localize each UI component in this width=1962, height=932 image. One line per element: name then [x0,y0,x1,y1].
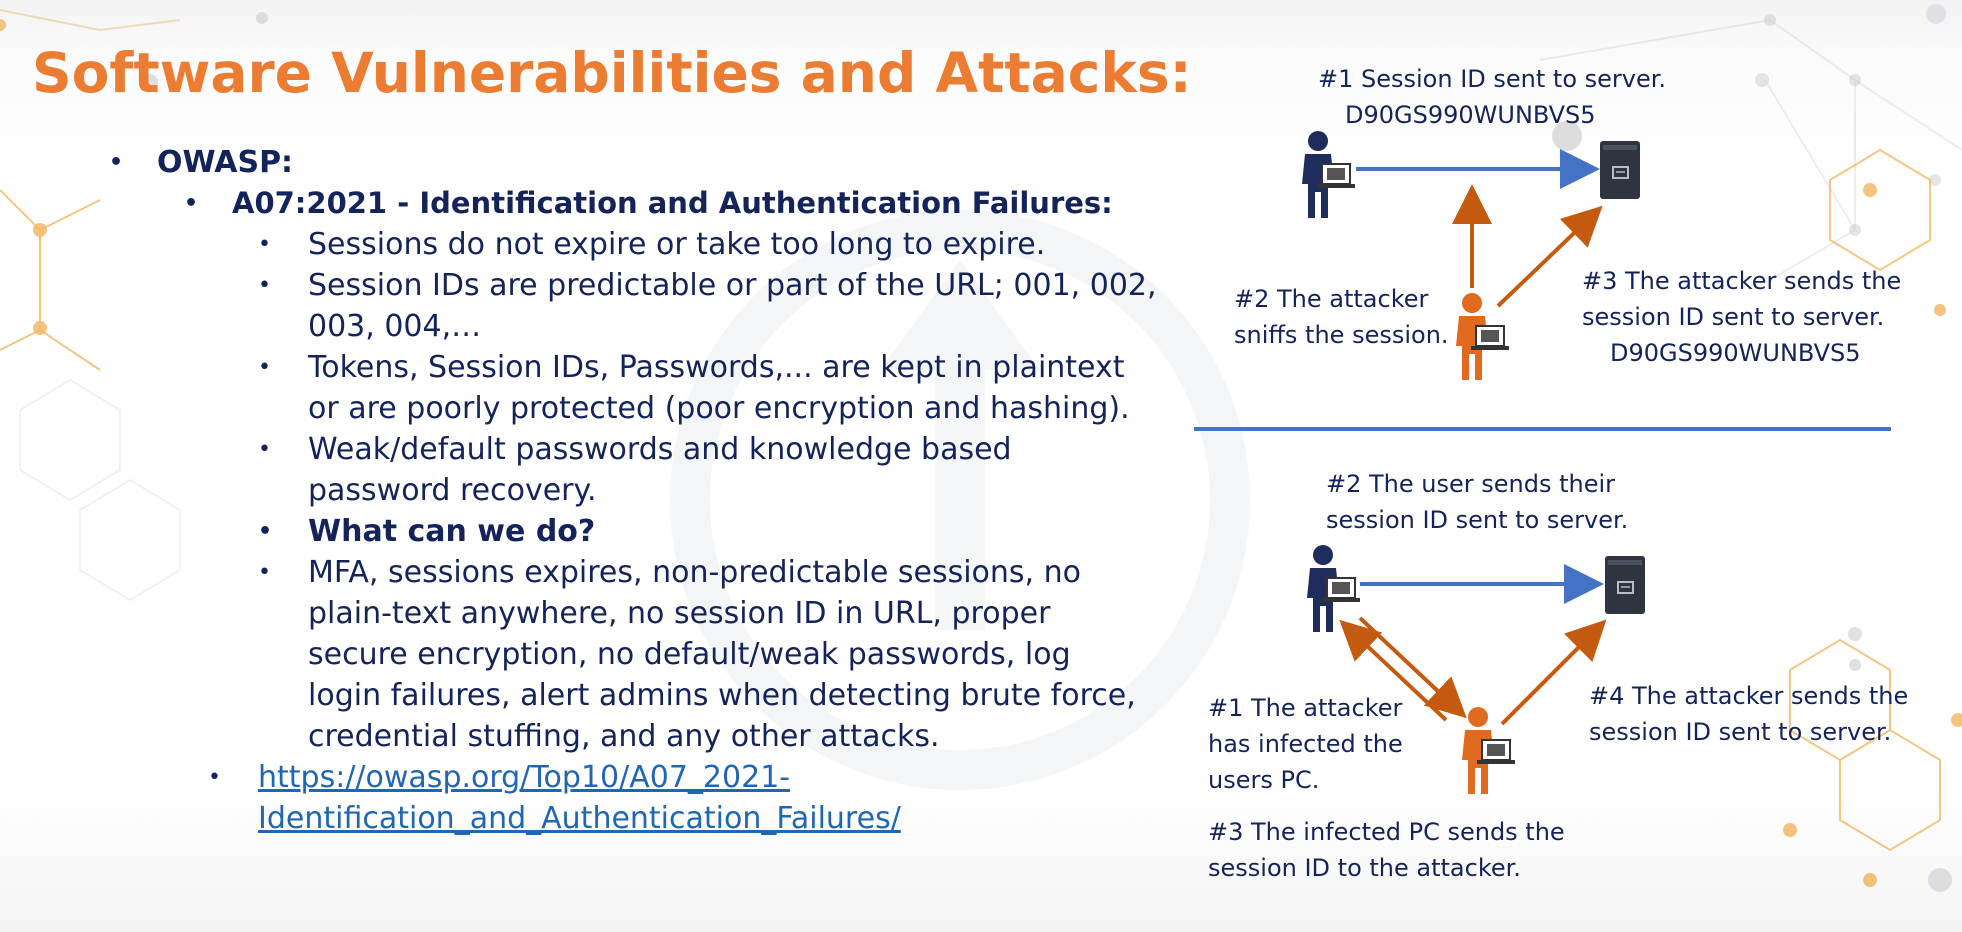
top-step1-label: #1 Session ID sent to server. [1318,65,1667,93]
bottom-step4-label-line2: session ID sent to server. [1589,718,1892,746]
bullet-text: secure encryption, no default/weak passw… [308,637,1071,672]
owasp-link[interactable]: https://owasp.org/Top10/A07_2021- Identif… [258,760,901,836]
bullet-dot: • [184,191,199,216]
bullet-dot: • [258,560,271,585]
bullet-text: Tokens, Session IDs, Passwords,... are k… [308,350,1125,385]
bullet-owasp: • OWASP: [109,142,657,183]
owasp-link-line2[interactable]: Identification_and_Authentication_Failur… [258,801,901,836]
bottom-step3-label-line1: #3 The infected PC sends the [1208,818,1565,846]
bullet-dot: • [258,273,271,298]
bullet-dot: • [258,519,273,544]
bullet-text: login failures, alert admins when detect… [308,678,1136,713]
owasp-link-line1[interactable]: https://owasp.org/Top10/A07_2021- [258,760,790,795]
bullet-text: MFA, sessions expires, non-predictable s… [308,555,1081,590]
bullet-a07-label: A07:2021 - Identification and Authentica… [232,186,1113,220]
bullet-text: credential stuffing, and any other attac… [308,719,940,754]
bullet-owasp-label: OWASP: [157,145,294,180]
bottom-step1-label-line2: has infected the [1208,730,1403,758]
bullet-item: • Sessions do not expire or take too lon… [258,224,1178,265]
bullet-link: • https://owasp.org/Top10/A07_2021- Ident… [208,757,1058,839]
bullet-text: What can we do? [308,514,596,549]
bullet-text: 003, 004,… [308,309,482,344]
bottom-step1-label-line3: users PC. [1208,766,1320,794]
bullet-text: Session IDs are predictable or part of t… [308,268,1157,303]
bullet-dot: • [109,150,124,175]
bullet-dot: • [258,232,271,257]
bottom-attacker-laptop-icon [1476,739,1516,765]
bottom-user-laptop-icon [1321,577,1361,603]
bullet-text: plain-text anywhere, no session ID in UR… [308,596,1051,631]
bullet-content: • OWASP: • A07:2021 - Identification and… [0,0,1180,928]
bullet-dot: • [208,765,221,790]
bullet-dot: • [258,355,271,380]
top-user-laptop-icon [1316,163,1356,189]
bullet-text: password recovery. [308,473,597,508]
top-server-icon [1599,140,1641,200]
top-step1-session-id: D90GS990WUNBVS5 [1345,101,1596,129]
bottom-arrow-attacker-to-server [1500,619,1607,726]
bullet-dot: • [258,437,271,462]
bottom-step1-label-line1: #1 The attacker [1208,694,1403,722]
bottom-step3-label-line2: session ID to the attacker. [1208,854,1521,882]
bottom-step2-label-line1: #2 The user sends their [1326,470,1616,498]
bullet-text: Sessions do not expire or take too long … [308,227,1046,262]
bottom-step4-label-line1: #4 The attacker sends the [1589,682,1909,710]
top-arrow-attacker-to-server [1496,205,1603,308]
top-step3-label-line1: #3 The attacker sends the [1582,267,1902,295]
bullet-item: • MFA, sessions expires, non-predictable… [258,552,1178,757]
bottom-step2-label-line2: session ID sent to server. [1326,506,1629,534]
bullet-item: • Session IDs are predictable or part of… [258,265,1178,347]
bottom-server-icon [1604,555,1646,615]
top-step2-label-line2: sniffs the session. [1234,321,1449,349]
top-step3-session-id: D90GS990WUNBVS5 [1610,339,1861,367]
bullet-item: • Weak/default passwords and knowledge b… [258,429,1178,511]
bullet-what-can-we-do: • What can we do? [258,511,1178,552]
session-hijack-diagram: #1 Session ID sent to server. D90GS990WU… [1180,0,1962,928]
bullet-a07: • A07:2021 - Identification and Authenti… [184,183,1172,224]
bullet-text: Weak/default passwords and knowledge bas… [308,432,1012,467]
top-step2-label-line1: #2 The attacker [1234,285,1429,313]
top-attacker-laptop-icon [1470,325,1510,351]
top-step3-label-line2: session ID sent to server. [1582,303,1885,331]
bullet-item: • Tokens, Session IDs, Passwords,... are… [258,347,1178,429]
bullet-text: or are poorly protected (poor encryption… [308,391,1130,426]
